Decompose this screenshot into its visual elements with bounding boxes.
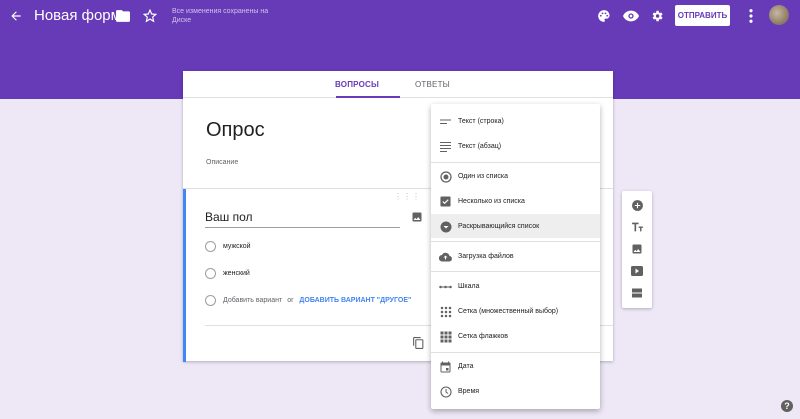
menu-item-label: Время — [458, 388, 480, 395]
drag-handle-icon[interactable]: ⋮⋮⋮ — [394, 192, 421, 201]
form-title[interactable]: Опрос — [206, 119, 265, 142]
back-arrow-icon[interactable] — [6, 6, 26, 26]
preview-eye-icon[interactable] — [621, 6, 641, 26]
description-field[interactable]: Описание — [206, 159, 238, 166]
more-vert-icon[interactable] — [744, 6, 758, 26]
menu-item-label: Текст (абзац) — [458, 143, 502, 150]
tab-responses[interactable]: ОТВЕТЫ — [415, 80, 450, 89]
save-status: Все изменения сохранены на Диске — [172, 8, 269, 24]
or-label: or — [287, 296, 294, 304]
section-icon[interactable] — [630, 286, 644, 300]
image-icon[interactable] — [630, 242, 644, 256]
menu-item-checkbox[interactable]: Несколько из списка — [431, 191, 600, 212]
menu-divider — [431, 271, 600, 272]
menu-item-label: Сетка флажков — [458, 333, 508, 340]
menu-item-scale[interactable]: Шкала — [431, 276, 600, 297]
add-option-row: Добавить вариант or ДОБАВИТЬ ВАРИАНТ "ДР… — [205, 293, 411, 307]
checkbox-icon — [439, 195, 452, 208]
active-question-bar — [183, 189, 186, 362]
menu-item-date[interactable]: Дата — [431, 356, 600, 377]
menu-item-paragraph[interactable]: Текст (абзац) — [431, 136, 600, 157]
menu-item-label: Дата — [458, 363, 474, 370]
calendar-icon — [439, 360, 452, 373]
checkbox-grid-icon — [439, 330, 452, 343]
menu-item-dropdown[interactable]: Раскрывающийся список — [431, 214, 600, 238]
image-icon[interactable] — [411, 210, 423, 222]
menu-item-time[interactable]: Время — [431, 381, 600, 402]
duplicate-icon[interactable] — [412, 336, 426, 350]
help-icon[interactable]: ? — [781, 400, 793, 412]
menu-item-label: Текст (строка) — [458, 118, 504, 125]
radio-button-icon — [439, 170, 452, 183]
menu-item-checkbox-grid[interactable]: Сетка флажков — [431, 326, 600, 347]
menu-item-label: Раскрывающийся список — [458, 222, 540, 230]
option-label[interactable]: женский — [223, 270, 250, 277]
cloud-upload-icon — [439, 250, 452, 263]
add-option-link[interactable]: Добавить вариант — [223, 297, 282, 304]
menu-item-label: Сетка (множественный выбор) — [458, 308, 559, 315]
menu-divider — [431, 352, 600, 353]
settings-gear-icon[interactable] — [647, 6, 667, 26]
option-row: мужской — [205, 239, 251, 253]
menu-item-grid[interactable]: Сетка (множественный выбор) — [431, 301, 600, 322]
menu-item-label: Шкала — [458, 283, 480, 290]
star-icon[interactable] — [141, 6, 159, 26]
menu-item-label: Загрузка файлов — [458, 253, 514, 260]
menu-item-short-text[interactable]: Текст (строка) — [431, 111, 600, 132]
add-other-link[interactable]: ДОБАВИТЬ ВАРИАНТ "ДРУГОЕ" — [299, 297, 411, 304]
option-label[interactable]: мужской — [223, 243, 251, 250]
radio-button[interactable] — [205, 267, 216, 279]
short-text-icon — [439, 115, 452, 128]
active-tab-indicator — [336, 96, 400, 98]
header: Новая форма Все изменения сохранены на Д… — [0, 0, 800, 32]
linear-scale-icon — [439, 280, 452, 293]
palette-icon[interactable] — [594, 6, 614, 26]
radio-button[interactable] — [205, 240, 216, 252]
radio-button — [205, 294, 216, 306]
paragraph-icon — [439, 140, 452, 153]
clock-icon — [439, 385, 452, 398]
dropdown-icon — [439, 220, 452, 233]
title-text-icon[interactable] — [630, 220, 644, 234]
folder-icon[interactable] — [114, 6, 132, 26]
menu-divider — [431, 241, 600, 242]
video-icon[interactable] — [630, 264, 644, 278]
menu-item-file-upload[interactable]: Загрузка файлов — [431, 246, 600, 267]
side-toolbar — [622, 191, 652, 308]
avatar[interactable] — [769, 5, 789, 25]
menu-item-radio[interactable]: Один из списка — [431, 166, 600, 187]
option-row: женский — [205, 266, 250, 280]
tab-bar: ВОПРОСЫ ОТВЕТЫ — [183, 71, 613, 98]
menu-item-label: Несколько из списка — [458, 198, 525, 205]
tab-questions[interactable]: ВОПРОСЫ — [335, 80, 379, 89]
menu-item-label: Один из списка — [458, 173, 508, 180]
question-type-menu: Текст (строка) Текст (абзац) Один из спи… — [431, 104, 600, 409]
menu-divider — [431, 162, 600, 163]
question-title-underline — [205, 227, 400, 228]
question-title[interactable]: Ваш пол — [205, 210, 253, 224]
add-question-icon[interactable] — [630, 198, 644, 212]
grid-icon — [439, 305, 452, 318]
send-button[interactable]: ОТПРАВИТЬ — [675, 5, 730, 26]
